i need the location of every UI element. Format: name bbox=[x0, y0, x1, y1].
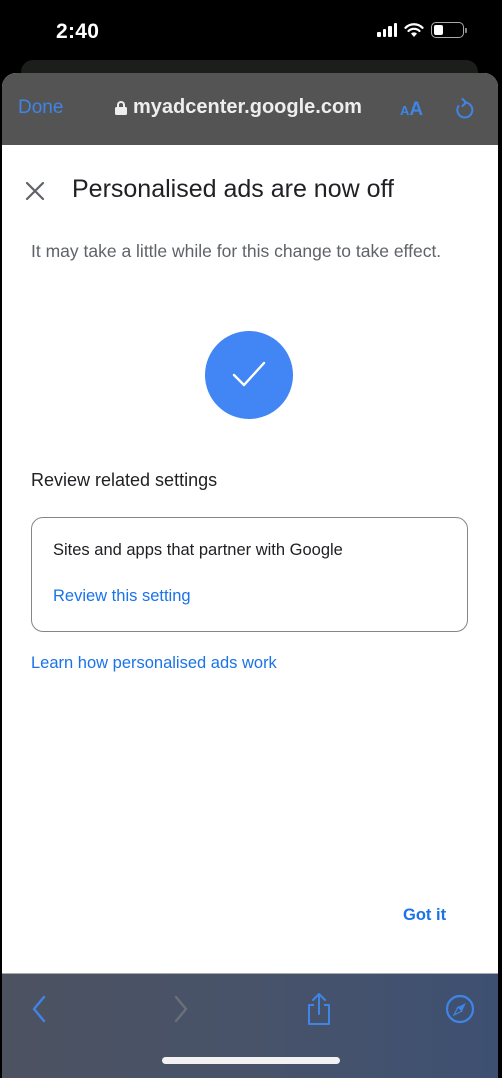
chevron-left-icon bbox=[32, 995, 46, 1023]
safari-button[interactable] bbox=[445, 992, 475, 1026]
section-title: Review related settings bbox=[31, 470, 218, 490]
dialog: Personalised ads are now off It may take… bbox=[2, 145, 498, 973]
browser-sheet: Done myadcenter.google.com AA Personalis… bbox=[2, 73, 498, 1078]
dialog-description: It may take a little while for this chan… bbox=[31, 241, 442, 261]
text-size-button[interactable]: AA bbox=[400, 99, 423, 121]
browser-toolbar bbox=[2, 973, 498, 1078]
setting-card-title: Sites and apps that partner with Google bbox=[53, 541, 343, 559]
close-icon[interactable] bbox=[24, 180, 46, 202]
learn-more-link[interactable]: Learn how personalised ads work bbox=[31, 654, 277, 673]
address-bar[interactable]: myadcenter.google.com bbox=[115, 96, 362, 119]
browser-nav-bar: Done myadcenter.google.com AA bbox=[2, 73, 498, 145]
forward-button[interactable] bbox=[166, 992, 196, 1026]
battery-level bbox=[434, 25, 444, 35]
cellular-signal-icon bbox=[377, 23, 397, 37]
wifi-icon bbox=[404, 22, 424, 37]
chevron-right-icon bbox=[174, 995, 188, 1023]
back-button[interactable] bbox=[24, 992, 54, 1026]
text-size-big: A bbox=[409, 99, 424, 120]
setting-card: Sites and apps that partner with Google … bbox=[31, 517, 468, 632]
status-time: 2:40 bbox=[56, 20, 100, 43]
battery-icon bbox=[431, 22, 467, 38]
done-button[interactable]: Done bbox=[18, 97, 63, 119]
review-setting-link[interactable]: Review this setting bbox=[53, 587, 191, 606]
success-badge bbox=[205, 331, 293, 419]
reload-icon[interactable] bbox=[454, 98, 474, 120]
share-button[interactable] bbox=[304, 992, 334, 1026]
share-icon bbox=[308, 993, 330, 1025]
text-size-small: A bbox=[400, 103, 410, 118]
url-text: myadcenter.google.com bbox=[133, 96, 362, 118]
status-icons bbox=[377, 22, 467, 38]
dialog-title: Personalised ads are now off bbox=[72, 175, 394, 203]
got-it-button[interactable]: Got it bbox=[403, 906, 446, 925]
home-indicator[interactable] bbox=[162, 1057, 340, 1064]
checkmark-icon bbox=[232, 361, 266, 387]
status-bar: 2:40 bbox=[0, 0, 502, 62]
lock-icon bbox=[115, 100, 127, 115]
compass-icon bbox=[445, 994, 475, 1024]
